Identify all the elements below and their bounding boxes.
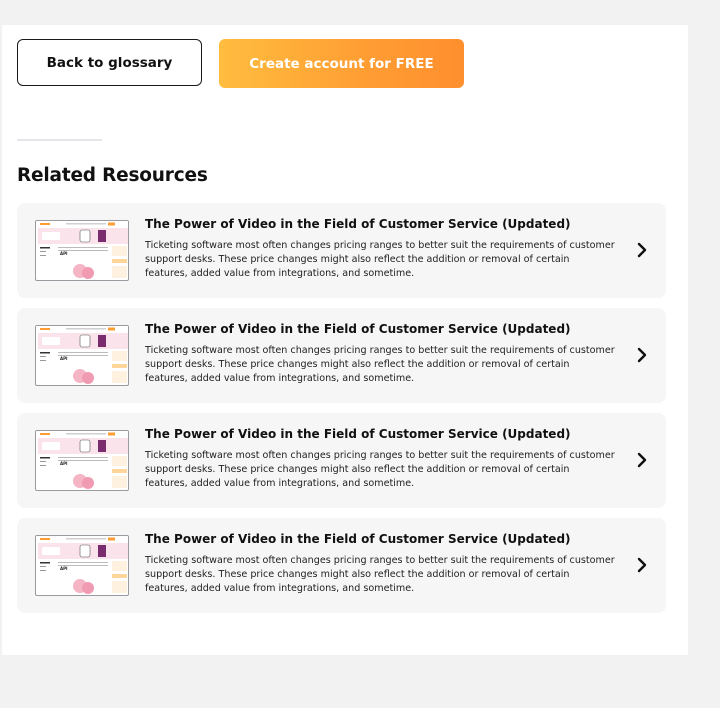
chevron-right-icon[interactable]: [635, 452, 649, 468]
resource-thumbnail: API: [35, 220, 129, 281]
resource-description: Ticketing software most often changes pr…: [145, 555, 615, 594]
resource-thumbnail: API: [35, 325, 129, 386]
resource-thumbnail: API: [35, 430, 129, 491]
thumbnail-title: API: [60, 461, 68, 466]
resource-description: Ticketing software most often changes pr…: [145, 240, 615, 279]
resource-title[interactable]: The Power of Video in the Field of Custo…: [145, 427, 571, 441]
resource-card[interactable]: API The Power of Video in the Field of C…: [17, 518, 666, 613]
resource-card[interactable]: API The Power of Video in the Field of C…: [17, 203, 666, 298]
create-account-button[interactable]: Create account for FREE: [219, 39, 464, 88]
resource-thumbnail: API: [35, 535, 129, 596]
resource-title[interactable]: The Power of Video in the Field of Custo…: [145, 532, 571, 546]
resource-description: Ticketing software most often changes pr…: [145, 345, 615, 384]
thumbnail-title: API: [60, 356, 68, 361]
resource-card[interactable]: API The Power of Video in the Field of C…: [17, 308, 666, 403]
thumbnail-title: API: [60, 566, 68, 571]
resource-card[interactable]: API The Power of Video in the Field of C…: [17, 413, 666, 508]
chevron-right-icon[interactable]: [635, 347, 649, 363]
resource-title[interactable]: The Power of Video in the Field of Custo…: [145, 217, 571, 231]
related-resources-heading: Related Resources: [17, 165, 208, 186]
thumbnail-title: API: [60, 251, 68, 256]
back-to-glossary-label: Back to glossary: [46, 54, 173, 71]
resource-description: Ticketing software most often changes pr…: [145, 450, 615, 489]
back-to-glossary-button[interactable]: Back to glossary: [17, 39, 202, 86]
resource-title[interactable]: The Power of Video in the Field of Custo…: [145, 322, 571, 336]
chevron-right-icon[interactable]: [635, 242, 649, 258]
chevron-right-icon[interactable]: [635, 557, 649, 573]
section-divider: [17, 139, 102, 141]
create-account-label: Create account for FREE: [249, 55, 434, 72]
